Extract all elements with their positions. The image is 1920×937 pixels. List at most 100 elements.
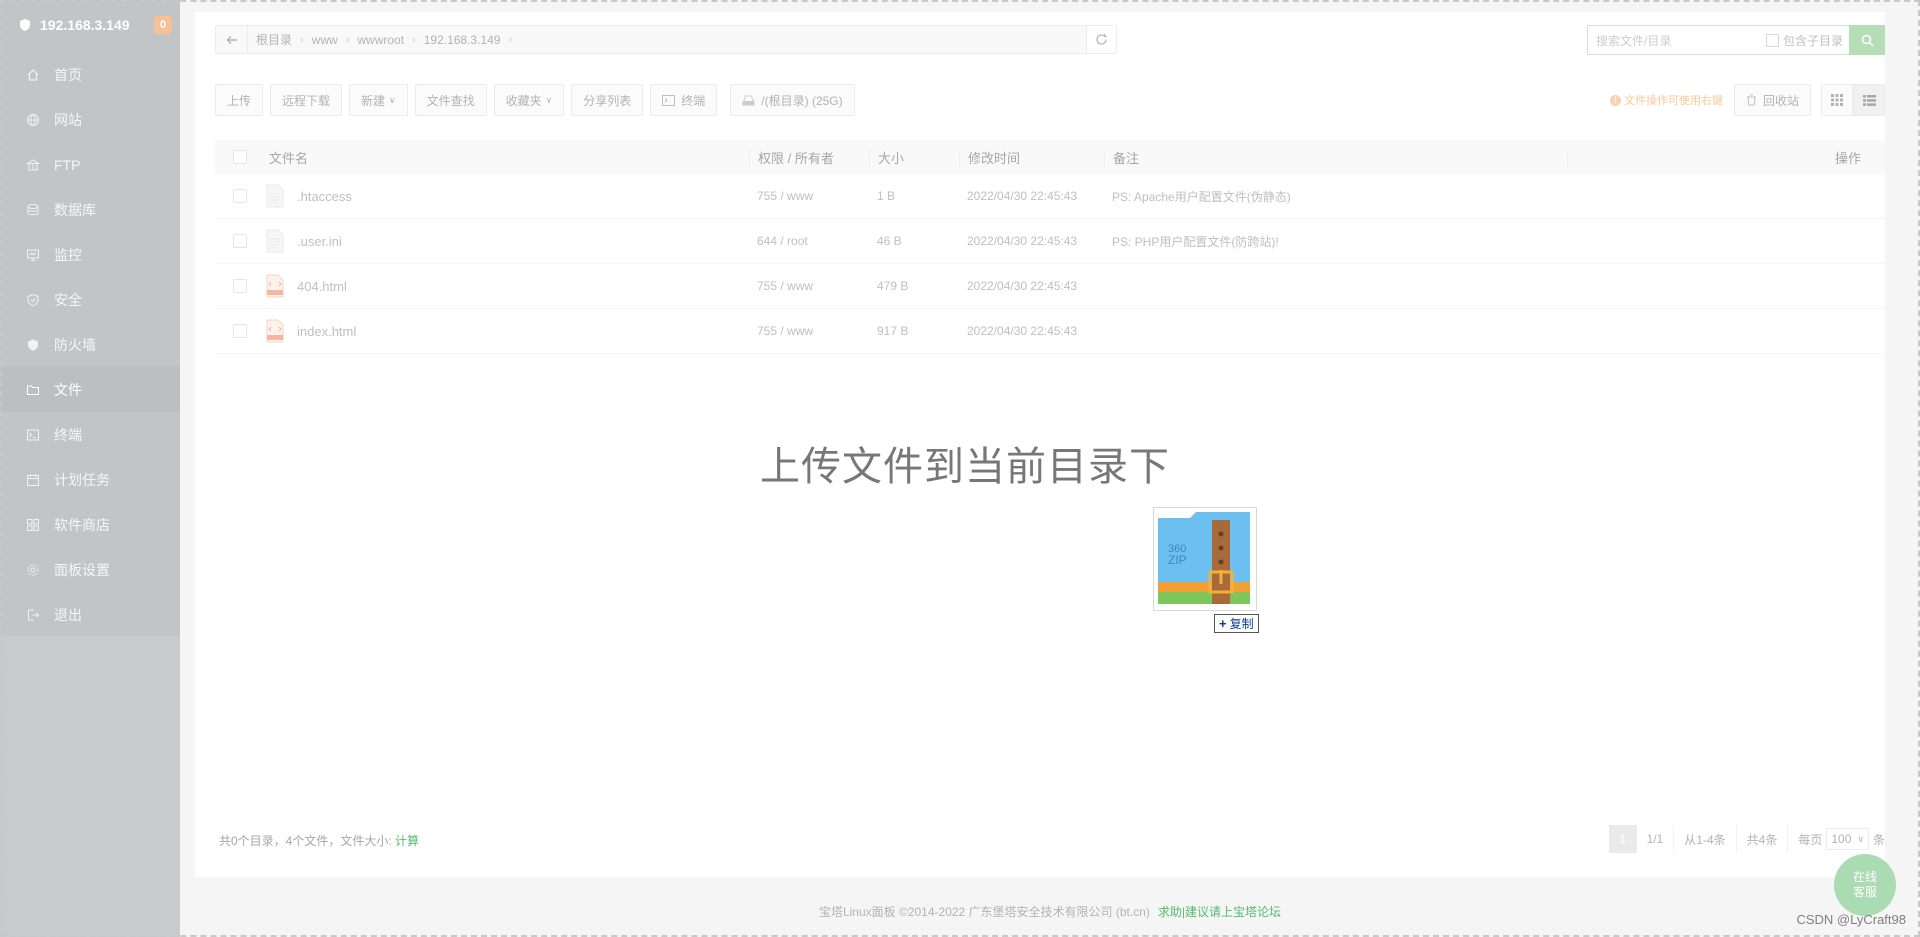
message-badge[interactable]: 0: [154, 16, 172, 34]
per-page-select-wrap: 每页 100 ∨ 条: [1788, 828, 1885, 850]
sidebar-item-label: 文件: [54, 381, 82, 398]
page-current[interactable]: 1: [1608, 825, 1637, 853]
sidebar-item-ftp[interactable]: FTP: [0, 142, 180, 187]
per-page-select[interactable]: 100 ∨: [1826, 828, 1869, 850]
sidebar-header: 192.168.3.149 0: [0, 0, 180, 50]
new-button[interactable]: 新建 ∨: [349, 84, 408, 116]
file-table: 文件名 权限 / 所有者 大小 修改时间 备注 操作 .htaccess 755…: [215, 140, 1885, 354]
breadcrumb-site[interactable]: 192.168.3.149: [424, 33, 501, 47]
sidebar-item-home[interactable]: 首页: [0, 52, 180, 97]
file-time: 2022/04/30 22:45:43: [967, 324, 1078, 338]
sidebar-item-store[interactable]: 软件商店: [0, 502, 180, 547]
row-checkbox[interactable]: [233, 234, 247, 248]
sidebar-item-label: 安全: [54, 291, 82, 308]
chevron-right-icon: ›: [300, 33, 304, 46]
table-header: 文件名 权限 / 所有者 大小 修改时间 备注 操作: [215, 140, 1885, 174]
sidebar-item-cron[interactable]: 计划任务: [0, 457, 180, 502]
search-icon: [1861, 34, 1874, 47]
sidebar-item-security[interactable]: 安全: [0, 277, 180, 322]
file-perm[interactable]: 755 / www: [749, 279, 869, 293]
host-label: 192.168.3.149: [40, 17, 130, 33]
footer: 宝塔Linux面板 ©2014-2022 广东堡塔安全技术有限公司 (bt.cn…: [180, 903, 1920, 920]
header-note: 备注: [1104, 147, 1567, 167]
favorites-button[interactable]: 收藏夹 ∨: [493, 84, 565, 116]
view-toggle: [1821, 84, 1885, 116]
breadcrumb-root[interactable]: 根目录: [256, 31, 292, 48]
header-perm: 权限 / 所有者: [749, 147, 869, 167]
breadcrumb-www[interactable]: www: [312, 33, 338, 47]
sidebar-item-label: 首页: [54, 66, 82, 83]
shield-icon: [26, 293, 40, 307]
apps-icon: [26, 518, 40, 532]
row-checkbox[interactable]: [233, 324, 247, 338]
checkbox[interactable]: [1765, 33, 1779, 47]
sidebar-item-firewall[interactable]: 防火墙: [0, 322, 180, 367]
list-view-button[interactable]: [1853, 84, 1885, 116]
forum-link[interactable]: 求助|建议请上宝塔论坛: [1158, 905, 1281, 919]
remote-download-button[interactable]: 远程下载: [270, 84, 343, 116]
breadcrumb: 根目录 › www › wwwroot › 192.168.3.149 ›: [248, 31, 1086, 48]
sidebar-item-database[interactable]: 数据库: [0, 187, 180, 232]
file-size: 479 B: [877, 279, 909, 293]
file-name[interactable]: 404.html: [297, 279, 347, 294]
table-row[interactable]: 404.html 755 / www 479 B 2022/04/30 22:4…: [215, 264, 1885, 309]
back-button[interactable]: [216, 26, 248, 53]
ftp-icon: [26, 158, 40, 172]
header-size[interactable]: 大小: [869, 147, 959, 167]
table-row[interactable]: .htaccess 755 / www 1 B 2022/04/30 22:45…: [215, 174, 1885, 219]
disk-button[interactable]: /(根目录) (25G): [730, 84, 855, 116]
disk-icon: [742, 95, 755, 105]
row-checkbox[interactable]: [233, 189, 247, 203]
file-name[interactable]: index.html: [297, 324, 356, 339]
plus-icon: +: [1219, 616, 1227, 631]
sidebar-item-monitor[interactable]: 监控: [0, 232, 180, 277]
file-search-button[interactable]: 文件查找: [414, 84, 487, 116]
select-all-checkbox[interactable]: [233, 150, 247, 164]
file-perm[interactable]: 755 / www: [749, 189, 869, 203]
file-size: 1 B: [877, 189, 896, 203]
trash-icon: [1746, 94, 1756, 106]
file-time: 2022/04/30 22:45:43: [967, 189, 1078, 203]
sidebar-item-terminal[interactable]: 终端: [0, 412, 180, 457]
dragged-file[interactable]: 360 ZIP: [1153, 507, 1257, 611]
terminal-icon: [662, 94, 676, 106]
header-name[interactable]: 文件名: [265, 148, 749, 167]
search-input[interactable]: 搜索文件/目录 包含子目录: [1587, 25, 1849, 55]
share-list-button[interactable]: 分享列表: [571, 84, 644, 116]
sidebar-item-label: 软件商店: [54, 516, 110, 533]
row-check-cell: [215, 324, 265, 338]
calculate-link[interactable]: 计算: [395, 834, 419, 848]
toolbar: 上传 远程下载 新建 ∨ 文件查找 收藏夹 ∨ 分享列表 终端 /(根目录) (25…: [215, 84, 862, 116]
logout-icon: [26, 608, 40, 622]
sidebar-item-logout[interactable]: 退出: [0, 592, 180, 637]
file-perm[interactable]: 644 / root: [749, 234, 869, 248]
zip-label-zip: ZIP: [1168, 553, 1187, 567]
sidebar-item-label: 监控: [54, 246, 82, 263]
online-service-button[interactable]: 在线 客服: [1834, 854, 1896, 916]
file-name[interactable]: .htaccess: [297, 189, 352, 204]
recycle-label: 回收站: [1762, 93, 1799, 108]
html-file-icon: [266, 319, 284, 343]
recycle-bin-button[interactable]: 回收站: [1733, 84, 1811, 116]
sidebar-item-website[interactable]: 网站: [0, 97, 180, 142]
chevron-right-icon: ›: [412, 33, 416, 46]
sidebar-item-files[interactable]: 文件: [0, 367, 180, 412]
table-row[interactable]: .user.ini 644 / root 46 B 2022/04/30 22:…: [215, 219, 1885, 264]
breadcrumb-wwwroot[interactable]: wwwroot: [357, 33, 404, 47]
refresh-button[interactable]: [1086, 26, 1116, 53]
file-perm[interactable]: 755 / www: [749, 324, 869, 338]
tip-label: 文件操作可使用右键: [1623, 95, 1723, 107]
file-name[interactable]: .user.ini: [297, 234, 342, 249]
include-subdir-checkbox[interactable]: 包含子目录: [1765, 32, 1843, 49]
row-checkbox[interactable]: [233, 279, 247, 293]
header-time[interactable]: 修改时间: [959, 147, 1104, 167]
zip-archive-icon: 360 ZIP: [1158, 512, 1250, 604]
search-button[interactable]: [1849, 25, 1885, 55]
grid-view-button[interactable]: [1821, 84, 1853, 116]
drop-message: 上传文件到当前目录下: [760, 444, 1170, 490]
terminal-button[interactable]: 终端: [650, 84, 718, 116]
upload-button[interactable]: 上传: [215, 84, 264, 116]
sidebar-item-settings[interactable]: 面板设置: [0, 547, 180, 592]
logo-icon: [20, 19, 30, 31]
table-row[interactable]: index.html 755 / www 917 B 2022/04/30 22…: [215, 309, 1885, 354]
